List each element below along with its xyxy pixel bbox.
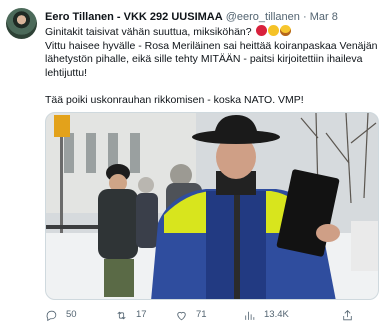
tweet-image[interactable] [45,112,379,300]
tweet-actions: 50 17 71 13.4K [45,307,383,323]
view-count: 13.4K [264,309,289,320]
share-icon [343,309,352,320]
photo-scene [46,113,378,299]
tweet-text-paragraph: Vittu haisee hyvälle - Rosa Meriläinen s… [45,39,378,79]
author-handle[interactable]: @eero_tillanen [226,11,300,23]
like-button[interactable]: 71 [175,307,207,323]
retweet-icon [117,311,126,319]
tweet-date[interactable]: Mar 8 [310,11,338,23]
like-count: 71 [196,309,207,320]
tweet-header: Eero Tillanen - VKK 292 UUSIMAA @eero_ti… [45,10,383,24]
rolling-laughing-emoji-icon [267,25,279,36]
views-chart-icon [245,311,255,320]
tweet-text-paragraph-2: Tää poiki uskonrauhan rikkomisen - koska… [45,93,304,106]
heart-icon [177,311,186,320]
tweet-text-line: Ginitakit taisivat vähän suuttua, miksik… [45,25,383,40]
cowboy-face-emoji-icon [279,25,291,36]
author-avatar[interactable] [6,8,37,39]
tweet-text-line1: Ginitakit taisivat vähän suuttua, miksik… [45,26,252,38]
retweet-button[interactable]: 17 [115,307,147,323]
share-button[interactable] [341,307,362,323]
tweet-text: Ginitakit taisivat vähän suuttua, miksik… [45,25,383,107]
author-name[interactable]: Eero Tillanen - VKK 292 UUSIMAA [45,11,223,23]
views-button[interactable]: 13.4K [243,307,289,323]
angry-face-emoji-icon [255,25,267,36]
reply-icon [46,310,57,321]
retweet-count: 17 [136,309,147,320]
reply-count: 50 [66,309,77,320]
reply-button[interactable]: 50 [45,307,77,323]
header-separator: · [302,11,307,23]
